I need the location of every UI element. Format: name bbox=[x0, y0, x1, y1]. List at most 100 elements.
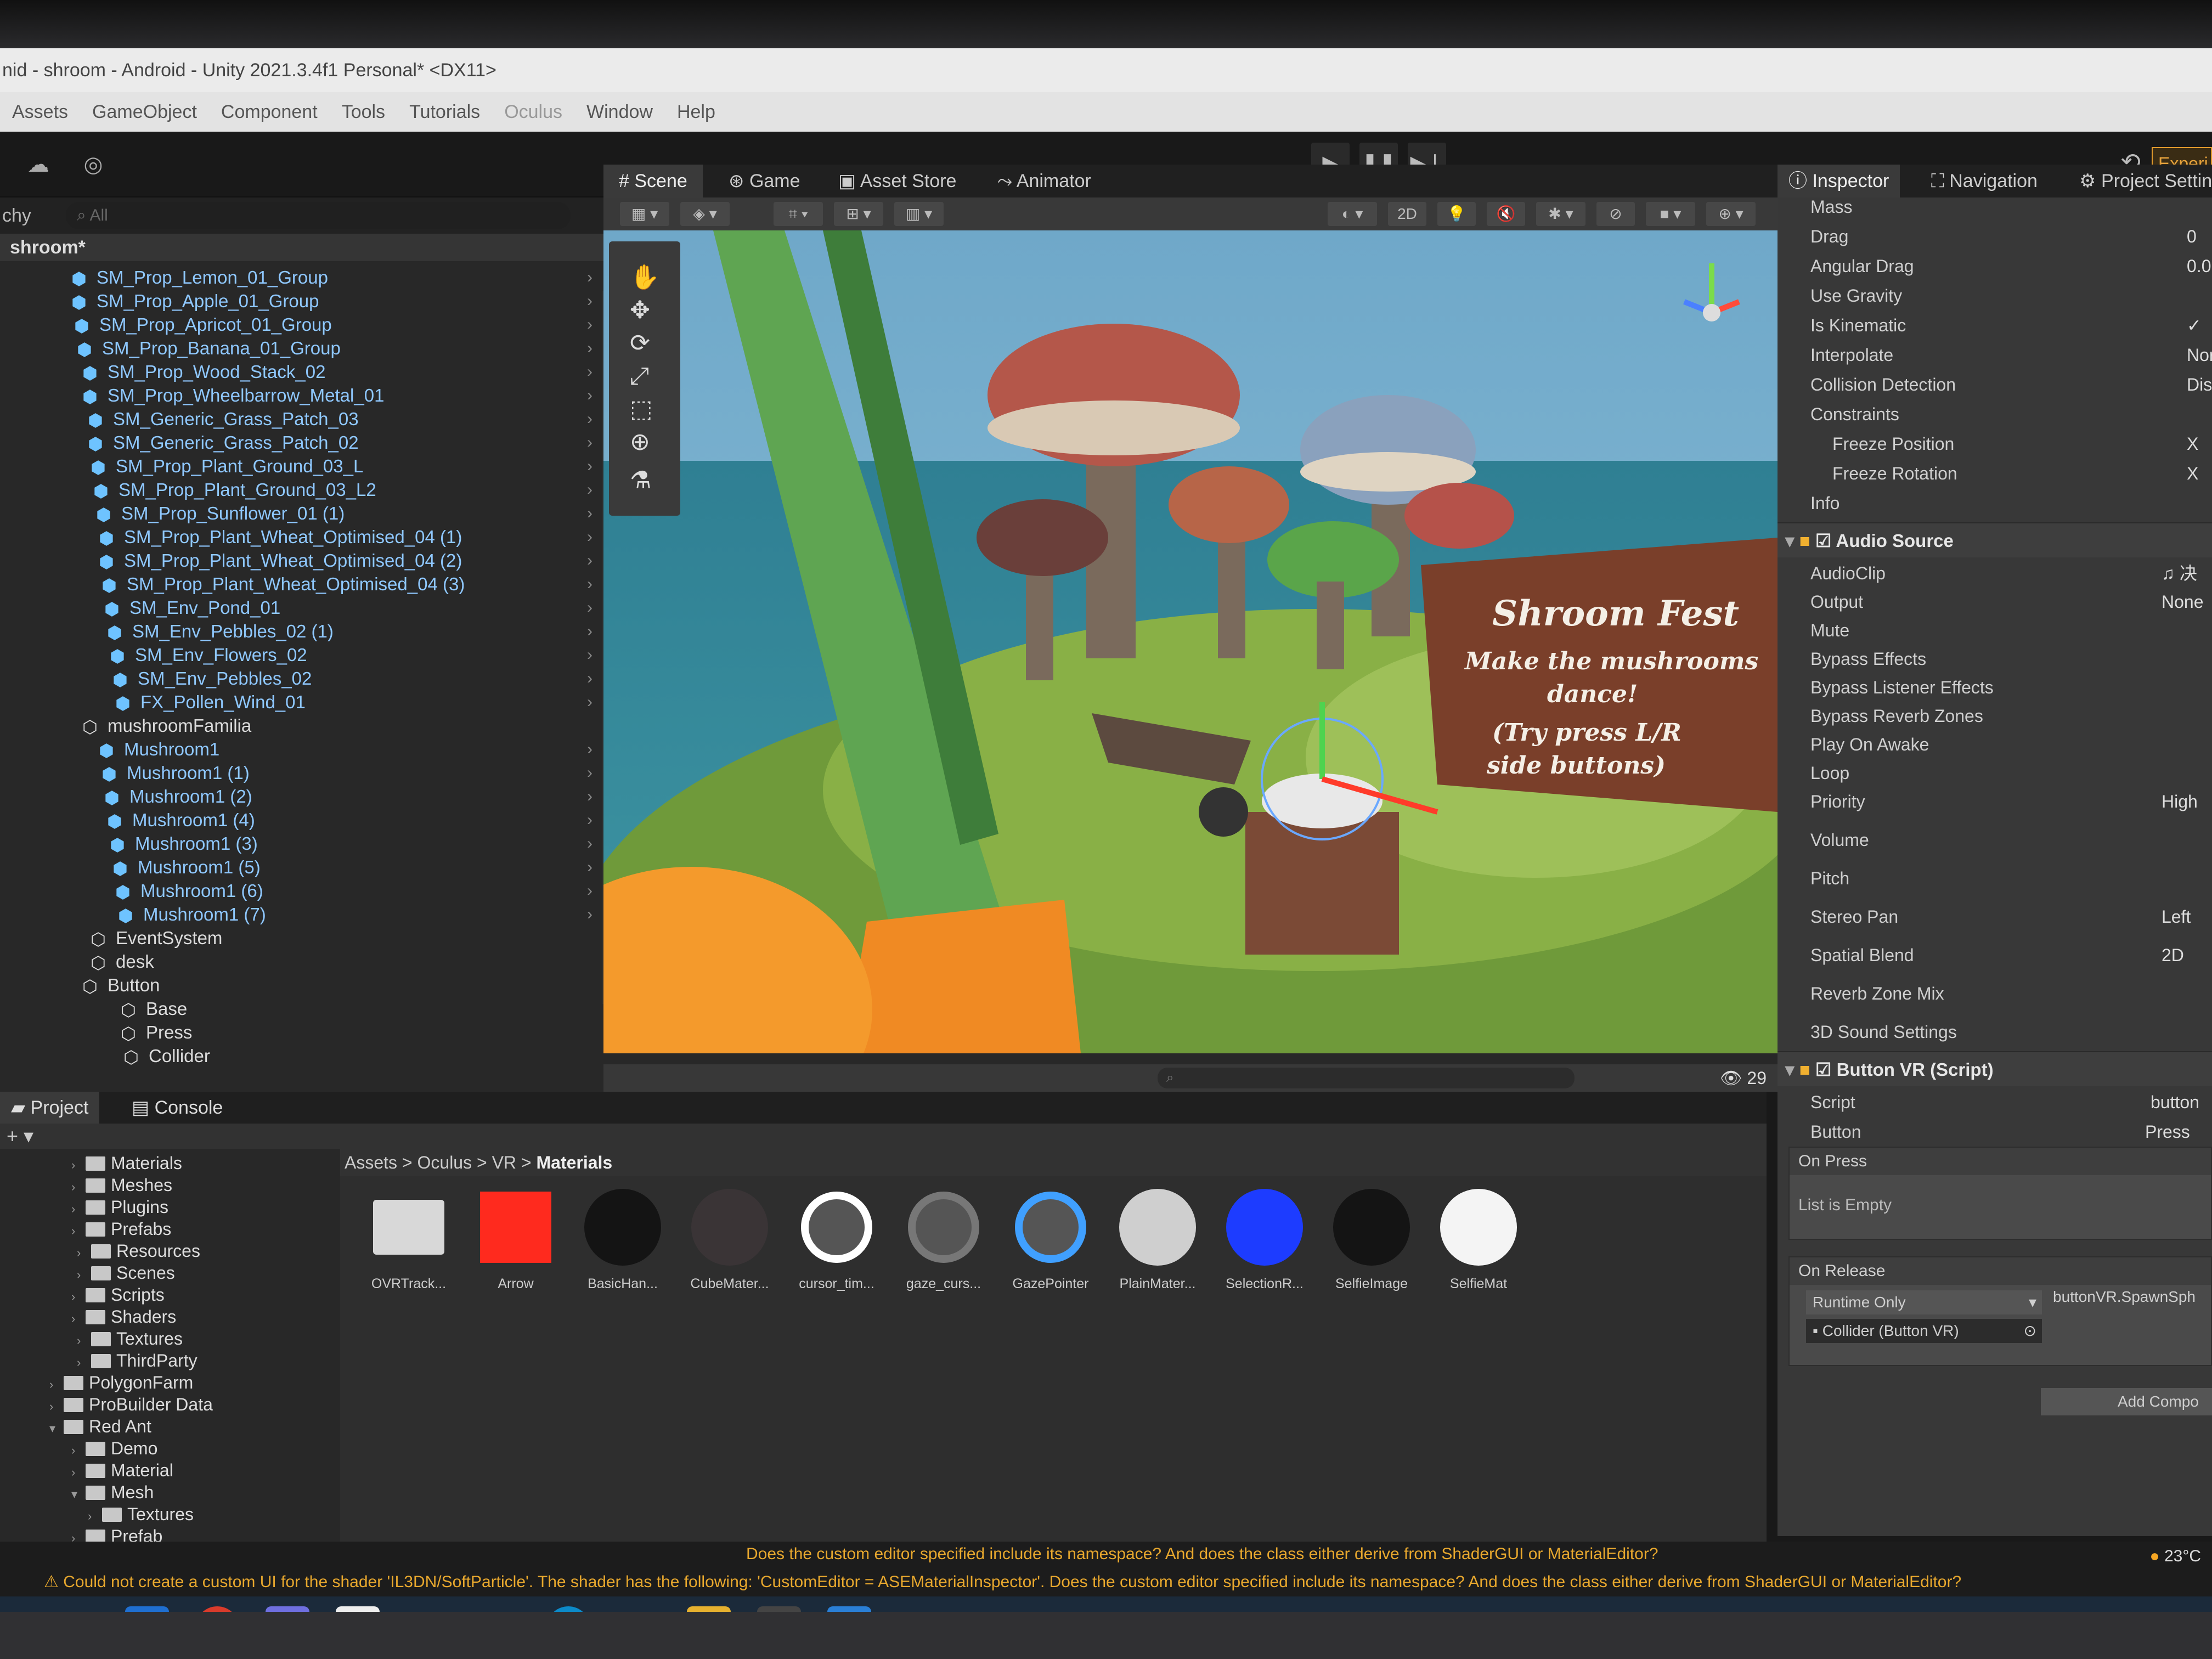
chevron-right-icon[interactable]: › bbox=[587, 785, 592, 808]
chevron-right-icon[interactable]: › bbox=[587, 478, 592, 501]
hierarchy-item[interactable]: ⬢ SM_Prop_Wood_Stack_02 › bbox=[0, 360, 614, 383]
hierarchy-item[interactable]: ⬢ Mushroom1 (4) › bbox=[0, 808, 614, 832]
field-value[interactable]: Left bbox=[2162, 902, 2191, 932]
hierarchy-item[interactable]: ⬢ SM_Env_Flowers_02 › bbox=[0, 643, 614, 667]
foldout-icon[interactable]: › bbox=[71, 1154, 86, 1176]
photos-icon[interactable]: ▲ bbox=[827, 1606, 871, 1612]
chevron-right-icon[interactable]: › bbox=[587, 289, 592, 313]
file-explorer-icon[interactable]: ▰ bbox=[687, 1606, 731, 1612]
chevron-right-icon[interactable]: › bbox=[587, 808, 592, 832]
field-value[interactable]: 2D bbox=[2162, 940, 2184, 970]
snap-increment-dropdown[interactable]: ⊞ ▾ bbox=[834, 202, 883, 226]
rigidbody-field[interactable]: Angular Drag 0.0 bbox=[1778, 251, 2212, 281]
chevron-right-icon[interactable]: › bbox=[587, 832, 592, 855]
rigidbody-field[interactable]: Constraints bbox=[1778, 399, 2212, 429]
edge-icon[interactable]: e bbox=[546, 1606, 590, 1612]
chrome-icon[interactable]: ◉ bbox=[195, 1606, 239, 1612]
grid-snap-dropdown[interactable]: ⌗ ▾ bbox=[774, 202, 823, 226]
asset-tile[interactable]: SelectionR... bbox=[1218, 1187, 1311, 1292]
field-value[interactable]: 0.0 bbox=[2187, 251, 2211, 281]
chevron-right-icon[interactable]: › bbox=[587, 549, 592, 572]
menu-gameobject[interactable]: GameObject bbox=[92, 101, 197, 122]
project-folder[interactable]: › Textures bbox=[49, 1328, 340, 1350]
chevron-right-icon[interactable]: › bbox=[587, 690, 592, 714]
foldout-icon[interactable]: › bbox=[77, 1264, 91, 1286]
mail-icon[interactable]: ✉ bbox=[125, 1606, 169, 1612]
tab-animator[interactable]: ⤳ Animator bbox=[982, 165, 1107, 198]
chevron-right-icon[interactable]: › bbox=[587, 855, 592, 879]
audio-source-field[interactable]: Stereo Pan Left bbox=[1778, 902, 2212, 932]
foldout-icon[interactable]: › bbox=[49, 1374, 64, 1396]
foldout-icon[interactable]: ▾ bbox=[49, 1418, 64, 1440]
collab-icon[interactable]: ◎ bbox=[77, 148, 110, 181]
chevron-right-icon[interactable]: › bbox=[587, 879, 592, 902]
hierarchy-item[interactable]: ⬢ SM_Prop_Plant_Ground_03_L › bbox=[0, 454, 614, 478]
render-mode-dropdown[interactable]: ◈ ▾ bbox=[680, 202, 730, 226]
audio-source-field[interactable]: Output None bbox=[1778, 587, 2212, 617]
chevron-right-icon[interactable]: › bbox=[587, 761, 592, 785]
tab-project-settings[interactable]: ⚙ Project Setting bbox=[2068, 165, 2212, 198]
hierarchy-item[interactable]: ⬢ Mushroom1 (7) › bbox=[0, 902, 614, 926]
add-component-button[interactable]: Add Compo bbox=[2041, 1388, 2212, 1415]
camera-dropdown[interactable]: ■ ▾ bbox=[1646, 202, 1695, 226]
tab-scene[interactable]: # Scene bbox=[603, 165, 703, 198]
tab-game[interactable]: ⊛ Game bbox=[713, 165, 816, 198]
foldout-icon[interactable]: › bbox=[77, 1242, 91, 1264]
project-folder[interactable]: › Plugins bbox=[49, 1196, 340, 1218]
audio-source-field[interactable]: Bypass Effects bbox=[1778, 644, 2212, 674]
button-field[interactable]: Button Press bbox=[1778, 1117, 2212, 1147]
asset-tile[interactable]: CubeMater... bbox=[683, 1187, 776, 1292]
audio-source-header[interactable]: ▾ ■ ☑ Audio Source bbox=[1778, 522, 2212, 557]
rigidbody-field[interactable]: Freeze Rotation X bbox=[1778, 459, 2212, 488]
field-value[interactable]: Disc bbox=[2187, 370, 2212, 399]
rigidbody-field[interactable]: Use Gravity bbox=[1778, 281, 2212, 311]
on-release-event[interactable]: On Release Runtime Only ▾ buttonVR.SpawnSph… bbox=[1788, 1256, 2212, 1366]
breadcrumb-materials[interactable]: Materials bbox=[536, 1153, 612, 1172]
project-folder[interactable]: › Shaders bbox=[49, 1306, 340, 1328]
audio-icon[interactable]: 🔇 bbox=[1487, 202, 1525, 226]
tab-inspector[interactable]: ⓘ Inspector bbox=[1778, 165, 1900, 198]
chevron-right-icon[interactable]: › bbox=[587, 360, 592, 383]
menu-window[interactable]: Window bbox=[586, 101, 653, 122]
foldout-icon[interactable]: › bbox=[77, 1330, 91, 1352]
hierarchy-item[interactable]: ⬡ Base bbox=[0, 997, 614, 1020]
audio-source-field[interactable]: Bypass Reverb Zones bbox=[1778, 701, 2212, 731]
runtime-dropdown[interactable]: Runtime Only ▾ bbox=[1806, 1290, 2042, 1314]
terminal-icon[interactable]: ▭ bbox=[336, 1606, 380, 1612]
menu-help[interactable]: Help bbox=[677, 101, 715, 122]
hierarchy-item[interactable]: ⬢ SM_Env_Pebbles_02 (1) › bbox=[0, 619, 614, 643]
rigidbody-field[interactable]: Collision Detection Disc bbox=[1778, 370, 2212, 399]
hierarchy-item[interactable]: ⬢ SM_Prop_Plant_Wheat_Optimised_04 (1) › bbox=[0, 525, 614, 549]
foldout-icon[interactable]: ▾ bbox=[71, 1483, 86, 1505]
foldout-icon[interactable]: › bbox=[71, 1198, 86, 1220]
draw-mode-dropdown[interactable]: ▦ ▾ bbox=[620, 202, 669, 226]
audio-source-field[interactable]: AudioClip ♫ 决 bbox=[1778, 558, 2212, 588]
project-folder[interactable]: › Scripts bbox=[49, 1284, 340, 1306]
field-value[interactable]: 0 bbox=[2187, 222, 2197, 251]
field-value[interactable]: button bbox=[2151, 1087, 2199, 1117]
chevron-right-icon[interactable]: › bbox=[587, 501, 592, 525]
target-object-field[interactable]: ▪ Collider (Button VR) ⊙ bbox=[1806, 1319, 2042, 1343]
audio-source-field[interactable]: Reverb Zone Mix bbox=[1778, 979, 2212, 1008]
breadcrumb-assets[interactable]: Assets bbox=[345, 1153, 397, 1172]
rotate-tool-icon[interactable]: ⟳ bbox=[630, 329, 650, 357]
chevron-right-icon[interactable]: › bbox=[587, 431, 592, 454]
project-folder[interactable]: › ThirdParty bbox=[49, 1350, 340, 1372]
breadcrumb-oculus[interactable]: Oculus bbox=[417, 1153, 472, 1172]
button-vr-header[interactable]: ▾ ■ ☑ Button VR (Script) bbox=[1778, 1051, 2212, 1086]
asset-tile[interactable]: SelfieMat bbox=[1432, 1187, 1525, 1292]
project-folder[interactable]: ▾ Mesh bbox=[49, 1481, 340, 1503]
asset-tile[interactable]: gaze_curs... bbox=[897, 1187, 990, 1292]
foldout-icon[interactable]: › bbox=[71, 1220, 86, 1242]
tab-navigation[interactable]: ⛶ Navigation bbox=[1920, 165, 2049, 198]
audio-source-field[interactable]: Mute bbox=[1778, 616, 2212, 645]
hierarchy-item[interactable]: ⬡ Collider bbox=[0, 1044, 614, 1068]
audio-source-field[interactable]: Volume bbox=[1778, 825, 2212, 855]
enabled-checkbox[interactable]: ☑ bbox=[1815, 1059, 1837, 1080]
hierarchy-item[interactable]: ⬡ Button bbox=[0, 973, 614, 997]
asset-tile[interactable]: PlainMater... bbox=[1111, 1187, 1204, 1292]
hierarchy-item[interactable]: ⬢ Mushroom1 (3) › bbox=[0, 832, 614, 855]
hierarchy-item[interactable]: ⬡ Press bbox=[0, 1020, 614, 1044]
hierarchy-item[interactable]: ⬢ FX_Pollen_Wind_01 › bbox=[0, 690, 614, 714]
rect-tool-icon[interactable]: ⬚ bbox=[630, 395, 653, 423]
